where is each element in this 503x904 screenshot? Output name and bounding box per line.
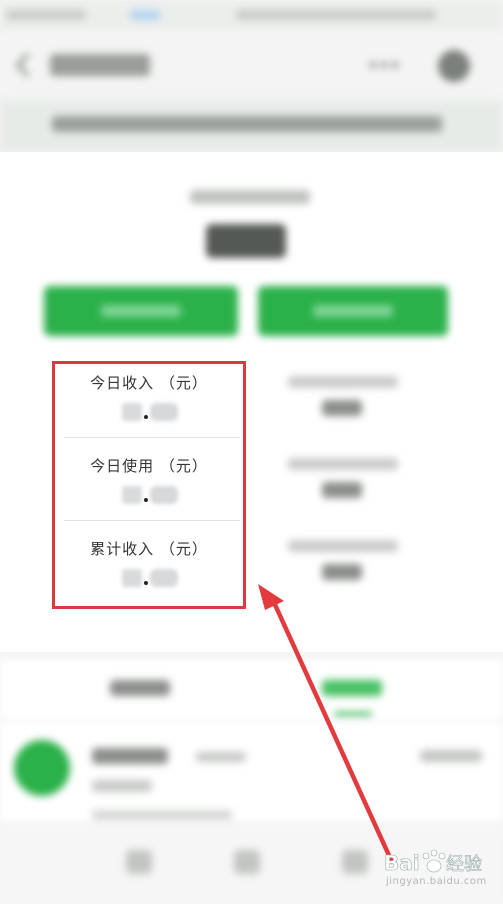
watermark-brand-cn: 经验 — [446, 854, 482, 875]
baidu-logo-icon: Bai 经验 — [384, 849, 482, 875]
annotation-arrow-icon — [258, 584, 395, 865]
watermark-brand: Bai — [384, 851, 420, 875]
watermark-url: jingyan.baidu.com — [386, 876, 487, 887]
